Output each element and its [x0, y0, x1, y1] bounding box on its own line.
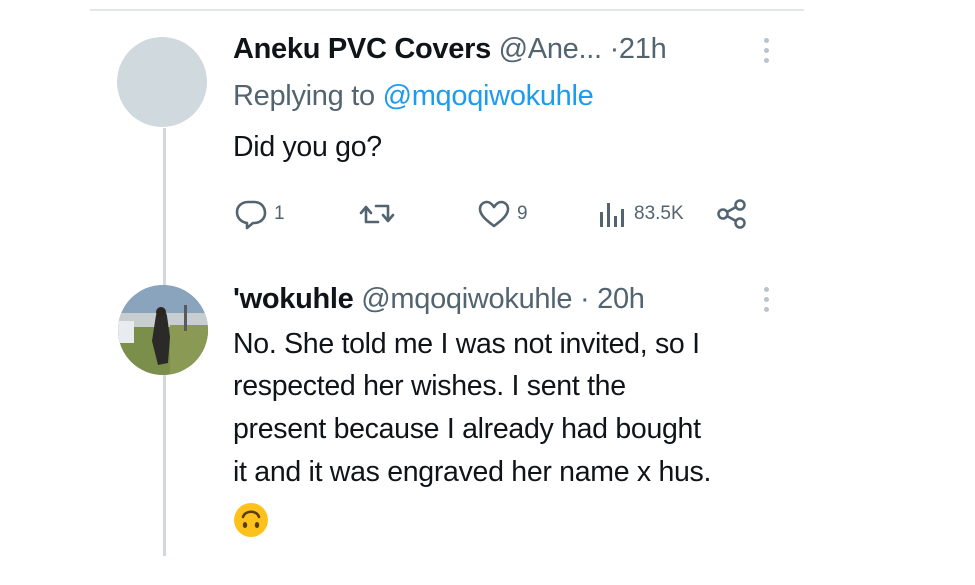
- user-handle[interactable]: @mqoqiwokuhle: [361, 283, 572, 315]
- avatar[interactable]: [118, 285, 208, 375]
- reply-button[interactable]: 1: [234, 196, 285, 232]
- tweet-header: Aneku PVC Covers @Ane... ·21h: [233, 33, 667, 66]
- timestamp[interactable]: 21h: [619, 33, 667, 65]
- tweet-text-line: it and it was engraved her name x hus.: [233, 456, 712, 488]
- divider: [90, 9, 804, 11]
- timestamp[interactable]: 20h: [597, 283, 645, 315]
- more-options-icon[interactable]: [764, 38, 770, 68]
- separator: ·: [579, 283, 590, 315]
- reply-count: 1: [274, 203, 285, 224]
- tweet-text-line: present because I already had bought: [233, 413, 701, 445]
- tweet-text-line: respected her wishes. I sent the: [233, 370, 626, 402]
- display-name[interactable]: 'wokuhle: [233, 283, 354, 315]
- reply-thread: Aneku PVC Covers @Ane... ·21h Replying t…: [0, 0, 975, 585]
- share-icon: [717, 199, 746, 229]
- like-count: 9: [517, 203, 528, 224]
- heart-icon: [478, 200, 510, 228]
- share-button[interactable]: [715, 196, 749, 232]
- retweet-button[interactable]: [358, 196, 396, 232]
- tweet-text-line: No. She told me I was not invited, so I: [233, 328, 700, 360]
- avatar[interactable]: [117, 37, 207, 127]
- tweet-text: Did you go?: [233, 131, 382, 163]
- separator: ·: [609, 33, 620, 65]
- display-name[interactable]: Aneku PVC Covers: [233, 33, 491, 65]
- views-icon: [600, 203, 624, 227]
- replying-to-label: Replying to: [233, 80, 375, 112]
- replying-to: Replying to @mqoqiwokuhle: [233, 80, 594, 113]
- replying-to-handle[interactable]: @mqoqiwokuhle: [383, 80, 594, 112]
- views-button[interactable]: 83.5K: [598, 196, 684, 232]
- upside-down-face-icon: [231, 500, 271, 545]
- more-options-icon[interactable]: [764, 287, 770, 317]
- reply-icon: [235, 200, 267, 230]
- user-handle[interactable]: @Ane...: [499, 33, 602, 65]
- like-button[interactable]: 9: [477, 196, 528, 232]
- view-count: 83.5K: [634, 203, 684, 224]
- tweet-header: 'wokuhle @mqoqiwokuhle · 20h: [233, 283, 645, 316]
- profile-photo: [118, 285, 208, 375]
- retweet-icon: [359, 204, 395, 224]
